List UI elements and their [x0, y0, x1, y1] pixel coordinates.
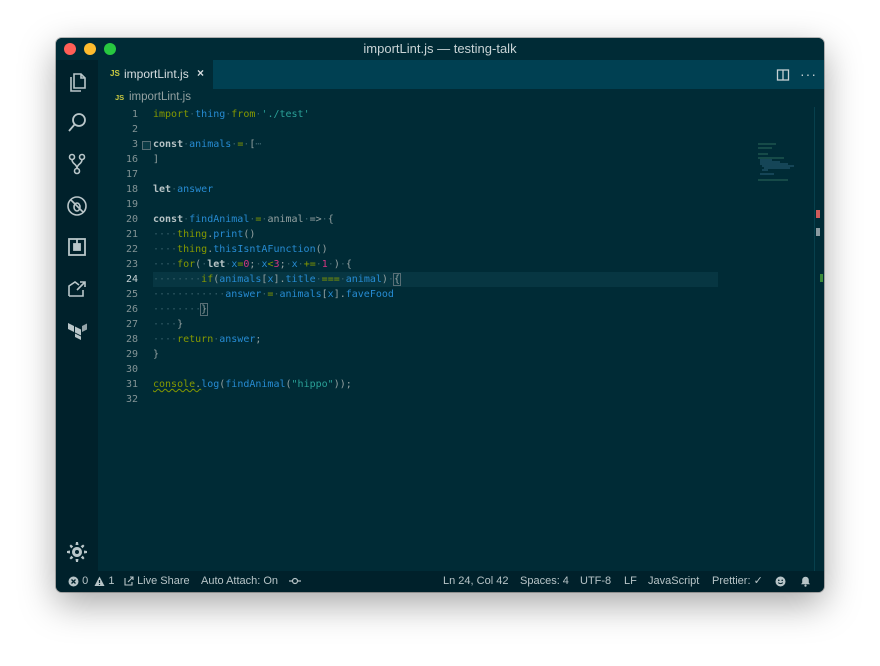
- cursor-marker: [816, 228, 820, 236]
- code-line-28: ····return·answer;: [153, 334, 262, 345]
- breadcrumb: JS importLint.js: [98, 89, 824, 107]
- activity-bar: 1: [56, 60, 98, 589]
- eol-status[interactable]: LF: [624, 571, 637, 592]
- line-number: 26: [125, 304, 138, 315]
- code-line-31: console.log(findAnimal("hippo"));: [153, 379, 352, 390]
- gear-icon[interactable]: [65, 540, 89, 564]
- line-number: 28: [125, 334, 138, 345]
- code-line-25: ············answer·=·animals[x].faveFood: [153, 289, 394, 300]
- line-number: 19: [125, 199, 138, 210]
- code-line-24: ········if(animals[x].title·===·animal)·…: [153, 273, 401, 286]
- line-number: 2: [131, 124, 138, 135]
- indentation-status[interactable]: Spaces: 4: [520, 571, 569, 592]
- encoding-status[interactable]: UTF-8: [580, 571, 611, 592]
- line-number: 27: [125, 319, 138, 330]
- status-bar: 0 1 Live Share Auto Attach: On Ln 24, Co…: [56, 571, 824, 592]
- live-share-status[interactable]: Live Share: [124, 571, 190, 592]
- code-line-22: ····thing.thisIsntAFunction(): [153, 244, 328, 255]
- line-number: 30: [125, 364, 138, 375]
- error-count: 0: [82, 575, 89, 587]
- minimap[interactable]: [758, 143, 808, 183]
- code-line-29: }: [153, 349, 160, 360]
- vertical-scrollbar[interactable]: [814, 107, 824, 571]
- breadcrumb-file[interactable]: importLint.js: [129, 91, 191, 103]
- title-bar: importLint.js — testing-talk: [56, 38, 824, 61]
- code-editor[interactable]: 1 2 3 16 17 18 19 20 21 22 23 24 25 26 2…: [98, 107, 824, 571]
- tab-label: importLint.js: [124, 67, 189, 81]
- tab-bar: JS importLint.js ×: [98, 60, 824, 89]
- git-commit-icon[interactable]: [289, 571, 301, 592]
- line-number: 3: [131, 139, 138, 150]
- editor-window: importLint.js — testing-talk 1 JS: [56, 38, 824, 592]
- prettier-status[interactable]: Prettier: ✓: [712, 571, 763, 592]
- code-line-23: ····for(·let·x=0;·x<3;·x·+=·1·)·{: [153, 259, 352, 270]
- code-line-18: let·answer: [153, 184, 214, 195]
- line-number: 23: [125, 259, 138, 270]
- line-number: 24: [125, 274, 138, 285]
- fold-expand-icon[interactable]: [142, 141, 151, 150]
- more-actions-icon[interactable]: ···: [800, 66, 817, 82]
- explorer-icon[interactable]: [65, 70, 89, 94]
- change-marker: [820, 274, 823, 282]
- live-share-icon[interactable]: [65, 276, 89, 300]
- warning-icon: [94, 576, 105, 586]
- js-file-icon: JS: [110, 69, 120, 78]
- line-number: 16: [125, 154, 138, 165]
- cursor-position[interactable]: Ln 24, Col 42: [443, 571, 508, 592]
- line-number: 22: [125, 244, 138, 255]
- line-number: 29: [125, 349, 138, 360]
- line-number: 20: [125, 214, 138, 225]
- line-number: 32: [125, 394, 138, 405]
- tab-importlint[interactable]: JS importLint.js ×: [98, 60, 213, 89]
- js-file-icon: JS: [115, 93, 125, 102]
- code-line-1: import·thing·from·'./test': [153, 109, 310, 120]
- code-line-16: ]: [153, 154, 160, 165]
- line-number: 17: [125, 169, 138, 180]
- code-line-20: const·findAnimal·=·animal·=>·{: [153, 214, 334, 225]
- line-number: 1: [131, 109, 138, 120]
- window-title: importLint.js — testing-talk: [363, 41, 517, 56]
- code-line-26: ········}: [153, 303, 209, 316]
- extensions-icon[interactable]: [65, 235, 89, 259]
- warning-count: 1: [108, 575, 115, 587]
- code-line-27: ····}: [153, 319, 184, 330]
- error-marker: [816, 210, 820, 218]
- language-mode[interactable]: JavaScript: [648, 571, 699, 592]
- code-line-21: ····thing.print(): [153, 229, 256, 240]
- search-icon[interactable]: [65, 111, 89, 135]
- problems-indicator[interactable]: 0 1: [68, 571, 114, 592]
- bell-icon[interactable]: [800, 571, 811, 592]
- line-number: 31: [125, 379, 138, 390]
- terraform-icon[interactable]: [65, 318, 89, 342]
- line-number: 21: [125, 229, 138, 240]
- line-number: 25: [125, 289, 138, 300]
- smiley-icon[interactable]: [775, 571, 786, 592]
- share-icon: [124, 576, 134, 586]
- auto-attach-status[interactable]: Auto Attach: On: [201, 571, 278, 592]
- code-line-3: const·animals·=·[⋯: [153, 139, 262, 150]
- line-number: 18: [125, 184, 138, 195]
- close-icon[interactable]: ×: [197, 66, 204, 80]
- error-icon: [68, 576, 79, 587]
- split-editor-icon[interactable]: [776, 68, 790, 82]
- debug-icon[interactable]: [65, 194, 89, 218]
- source-control-icon[interactable]: [65, 152, 89, 176]
